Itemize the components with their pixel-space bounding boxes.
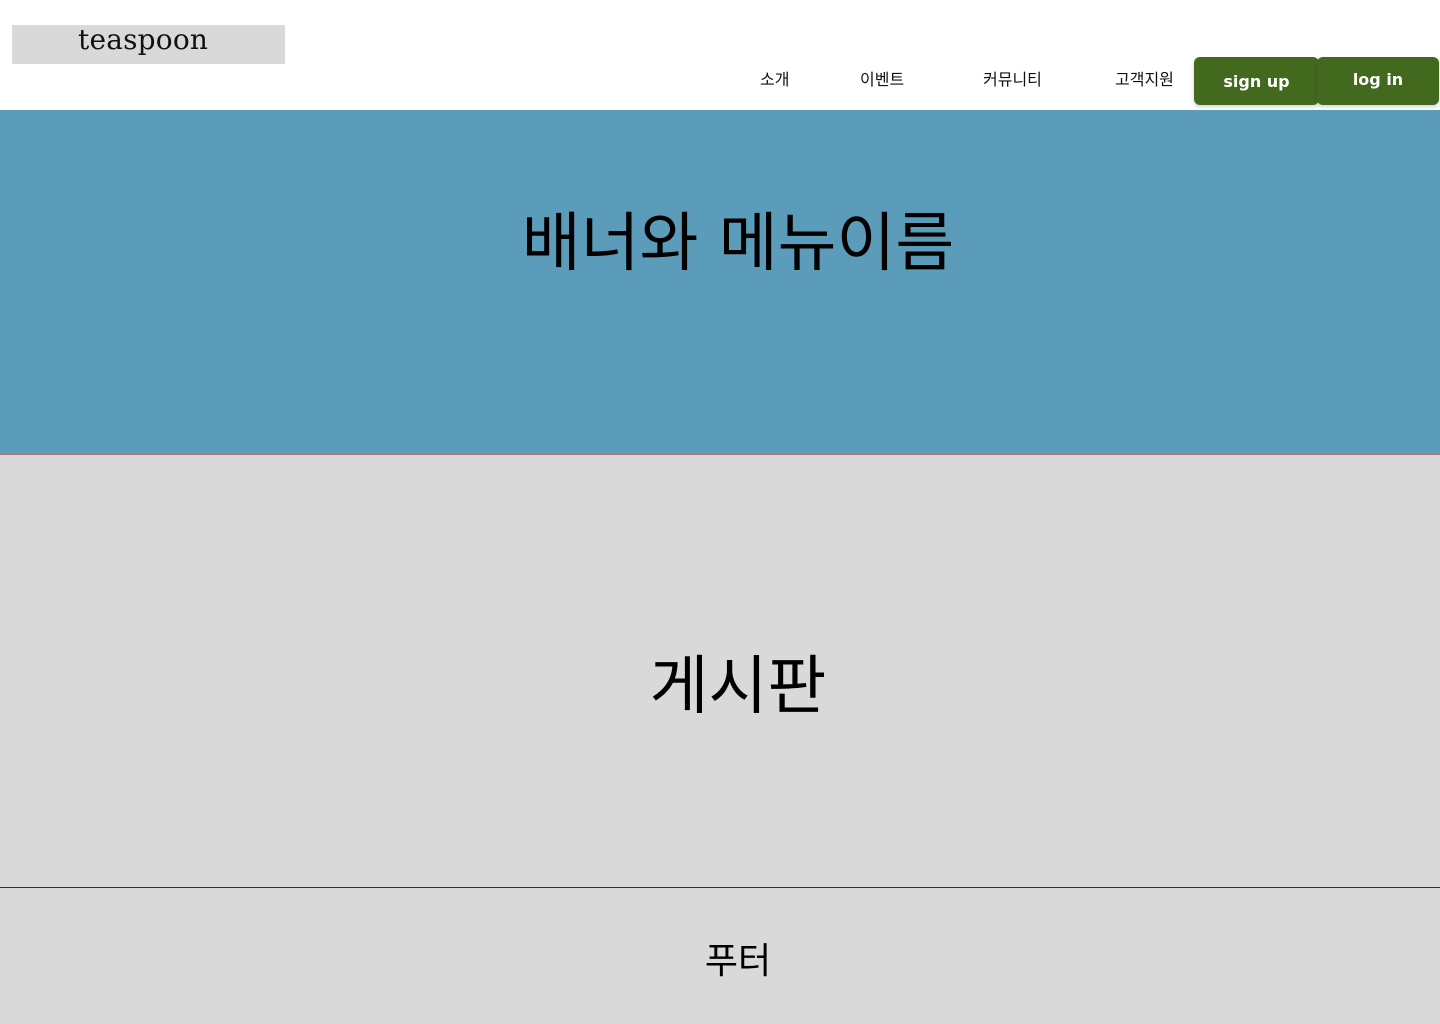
page: teaspoon 소개 이벤트 커뮤니티 고객지원 sign up log in… [0,0,1440,1024]
board-section: 게시판 [0,455,1440,887]
nav-item-community[interactable]: 커뮤니티 [983,70,1042,90]
logo-text: teaspoon [78,23,209,56]
site-header: teaspoon 소개 이벤트 커뮤니티 고객지원 sign up log in [0,0,1440,110]
site-footer: 푸터 [0,888,1440,1024]
logo[interactable]: teaspoon [12,25,285,64]
footer-title: 푸터 [704,941,772,982]
nav-item-events[interactable]: 이벤트 [860,70,904,90]
login-button[interactable]: log in [1317,57,1439,105]
nav-item-intro[interactable]: 소개 [760,70,789,90]
board-title: 게시판 [649,650,827,724]
signup-button[interactable]: sign up [1194,57,1319,105]
nav-item-support[interactable]: 고객지원 [1115,70,1174,90]
banner-section: 배너와 메뉴이름 [0,110,1440,454]
banner-title: 배너와 메뉴이름 [521,207,955,281]
